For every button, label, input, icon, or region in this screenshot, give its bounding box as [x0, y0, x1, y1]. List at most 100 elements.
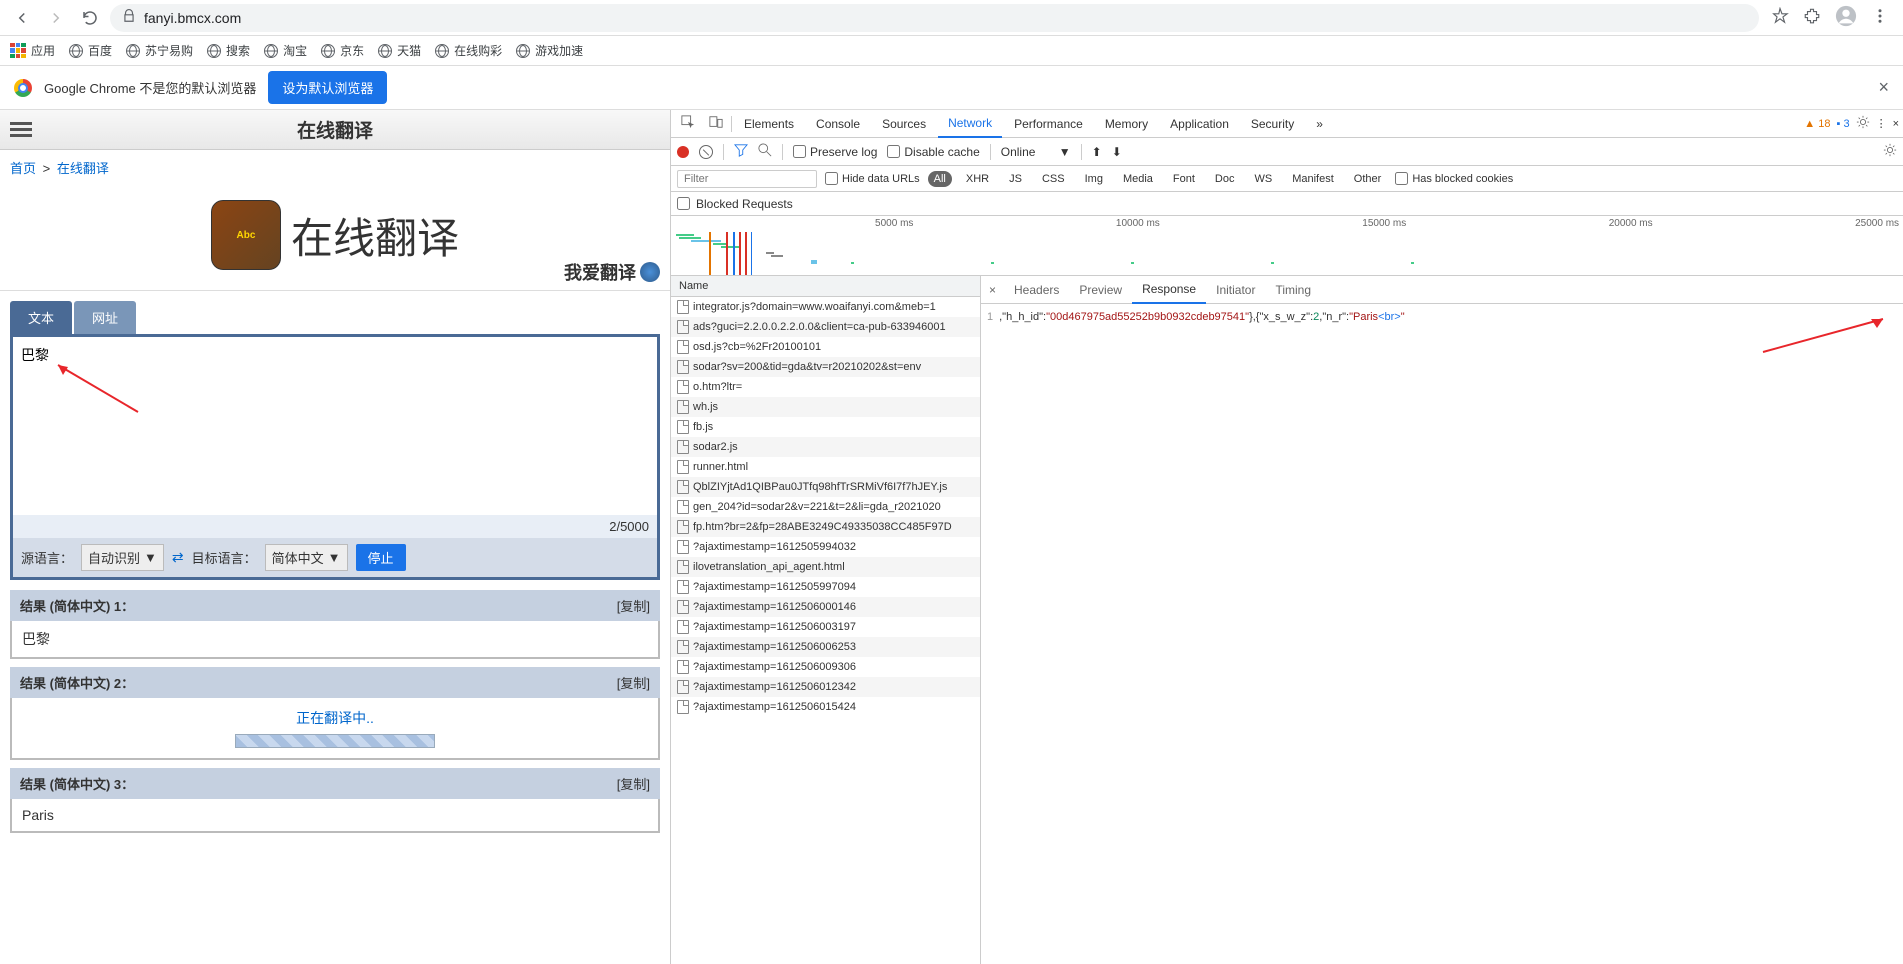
- banner-close-button[interactable]: ×: [1878, 77, 1889, 98]
- request-row[interactable]: ?ajaxtimestamp=1612506000146: [671, 597, 980, 617]
- devtools-tab-console[interactable]: Console: [806, 111, 870, 137]
- bookmark-jd[interactable]: 京东: [321, 42, 364, 59]
- hamburger-menu[interactable]: [10, 119, 32, 140]
- source-lang-select[interactable]: 自动识别 ▼: [81, 544, 164, 571]
- filter-type-xhr[interactable]: XHR: [960, 171, 995, 187]
- network-settings-icon[interactable]: [1883, 143, 1897, 160]
- bookmark-lottery[interactable]: 在线购彩: [435, 42, 502, 59]
- tab-text[interactable]: 文本: [10, 301, 72, 334]
- request-row[interactable]: ?ajaxtimestamp=1612506006253: [671, 637, 980, 657]
- inspect-icon[interactable]: [675, 111, 701, 136]
- request-row[interactable]: wh.js: [671, 397, 980, 417]
- filter-type-manifest[interactable]: Manifest: [1286, 171, 1340, 187]
- request-row[interactable]: ?ajaxtimestamp=1612506012342: [671, 677, 980, 697]
- disable-cache-checkbox[interactable]: Disable cache: [887, 145, 979, 159]
- devtools-tab-sources[interactable]: Sources: [872, 111, 936, 137]
- info-badge[interactable]: ▪ 3: [1836, 118, 1849, 130]
- request-row[interactable]: fb.js: [671, 417, 980, 437]
- request-row[interactable]: fp.htm?br=2&fp=28ABE3249C49335038CC485F9…: [671, 517, 980, 537]
- close-detail-button[interactable]: ×: [981, 283, 1004, 297]
- filter-toggle-icon[interactable]: [734, 143, 748, 160]
- bookmark-tmall[interactable]: 天猫: [378, 42, 421, 59]
- request-row[interactable]: sodar2.js: [671, 437, 980, 457]
- request-row[interactable]: ?ajaxtimestamp=1612505997094: [671, 577, 980, 597]
- devtools-tab-memory[interactable]: Memory: [1095, 111, 1158, 137]
- bookmark-taobao[interactable]: 淘宝: [264, 42, 307, 59]
- profile-icon[interactable]: [1835, 5, 1857, 30]
- filter-type-all[interactable]: All: [928, 171, 952, 187]
- breadcrumb-current[interactable]: 在线翻译: [57, 161, 109, 176]
- bookmark-game[interactable]: 游戏加速: [516, 42, 583, 59]
- copy-button[interactable]: [复制]: [617, 596, 650, 615]
- request-row[interactable]: gen_204?id=sodar2&v=221&t=2&li=gda_r2021…: [671, 497, 980, 517]
- search-icon[interactable]: [758, 143, 772, 160]
- network-timeline[interactable]: 5000 ms 10000 ms 15000 ms 20000 ms 25000…: [671, 216, 1903, 276]
- detail-tab-preview[interactable]: Preview: [1069, 277, 1132, 303]
- filter-type-font[interactable]: Font: [1167, 171, 1201, 187]
- warnings-badge[interactable]: ▲ 18: [1804, 118, 1830, 130]
- bookmark-apps[interactable]: 应用: [10, 42, 55, 59]
- preserve-log-checkbox[interactable]: Preserve log: [793, 145, 877, 159]
- request-row[interactable]: ?ajaxtimestamp=1612506015424: [671, 697, 980, 717]
- has-blocked-checkbox[interactable]: Has blocked cookies: [1395, 172, 1513, 185]
- device-icon[interactable]: [703, 111, 729, 136]
- bookmark-search[interactable]: 搜索: [207, 42, 250, 59]
- target-lang-select[interactable]: 简体中文 ▼: [265, 544, 348, 571]
- request-row[interactable]: o.htm?ltr=: [671, 377, 980, 397]
- bookmark-baidu[interactable]: 百度: [69, 42, 112, 59]
- request-row[interactable]: ads?guci=2.2.0.0.2.2.0.0&client=ca-pub-6…: [671, 317, 980, 337]
- devtools-tab-network[interactable]: Network: [938, 110, 1002, 138]
- request-row[interactable]: ilovetranslation_api_agent.html: [671, 557, 980, 577]
- filter-type-img[interactable]: Img: [1079, 171, 1109, 187]
- devtools-tab-security[interactable]: Security: [1241, 111, 1304, 137]
- detail-tab-timing[interactable]: Timing: [1265, 277, 1321, 303]
- copy-button[interactable]: [复制]: [617, 673, 650, 692]
- request-row[interactable]: sodar?sv=200&tid=gda&tv=r20210202&st=env: [671, 357, 980, 377]
- devtools-tab-elements[interactable]: Elements: [734, 111, 804, 137]
- devtools-tab-more[interactable]: »: [1306, 111, 1333, 137]
- reload-button[interactable]: [76, 4, 104, 32]
- request-row[interactable]: ?ajaxtimestamp=1612505994032: [671, 537, 980, 557]
- record-button[interactable]: [677, 146, 689, 158]
- clear-button[interactable]: [699, 145, 713, 159]
- filter-type-doc[interactable]: Doc: [1209, 171, 1241, 187]
- request-row[interactable]: runner.html: [671, 457, 980, 477]
- forward-button[interactable]: [42, 4, 70, 32]
- star-icon[interactable]: [1771, 7, 1789, 28]
- filter-type-js[interactable]: JS: [1003, 171, 1028, 187]
- tab-url[interactable]: 网址: [74, 301, 136, 334]
- blocked-requests-checkbox[interactable]: [677, 197, 690, 210]
- upload-icon[interactable]: ⬆: [1092, 145, 1102, 159]
- response-content[interactable]: 1,"h_h_id":"00d467975ad55252b9b0932cdeb9…: [981, 304, 1903, 964]
- back-button[interactable]: [8, 4, 36, 32]
- request-row[interactable]: integrator.js?domain=www.woaifanyi.com&m…: [671, 297, 980, 317]
- request-row[interactable]: QblZIYjtAd1QIBPau0JTfq98hfTrSRMiVf6I7f7h…: [671, 477, 980, 497]
- filter-type-other[interactable]: Other: [1348, 171, 1388, 187]
- download-icon[interactable]: ⬇: [1112, 145, 1122, 159]
- hide-data-urls-checkbox[interactable]: Hide data URLs: [825, 172, 920, 185]
- name-column-header[interactable]: Name: [671, 276, 980, 297]
- breadcrumb-home[interactable]: 首页: [10, 161, 36, 176]
- request-row[interactable]: ?ajaxtimestamp=1612506009306: [671, 657, 980, 677]
- devtools-menu-icon[interactable]: ⋮: [1876, 117, 1887, 130]
- extensions-icon[interactable]: [1803, 7, 1821, 28]
- request-row[interactable]: ?ajaxtimestamp=1612506003197: [671, 617, 980, 637]
- request-row[interactable]: osd.js?cb=%2Fr20100101: [671, 337, 980, 357]
- filter-type-media[interactable]: Media: [1117, 171, 1159, 187]
- detail-tab-response[interactable]: Response: [1132, 276, 1206, 304]
- bookmark-suning[interactable]: 苏宁易购: [126, 42, 193, 59]
- online-select[interactable]: Online ▼: [1001, 145, 1071, 159]
- devtools-tab-performance[interactable]: Performance: [1004, 111, 1093, 137]
- copy-button[interactable]: [复制]: [617, 774, 650, 793]
- filter-input[interactable]: [677, 170, 817, 188]
- detail-tab-initiator[interactable]: Initiator: [1206, 277, 1265, 303]
- menu-icon[interactable]: [1871, 7, 1889, 28]
- swap-icon[interactable]: ⇄: [172, 549, 184, 566]
- filter-type-ws[interactable]: WS: [1248, 171, 1278, 187]
- devtools-tab-application[interactable]: Application: [1160, 111, 1239, 137]
- address-bar[interactable]: fanyi.bmcx.com: [110, 4, 1759, 32]
- devtools-close-icon[interactable]: ×: [1893, 118, 1899, 130]
- stop-button[interactable]: 停止: [356, 544, 406, 571]
- detail-tab-headers[interactable]: Headers: [1004, 277, 1069, 303]
- filter-type-css[interactable]: CSS: [1036, 171, 1071, 187]
